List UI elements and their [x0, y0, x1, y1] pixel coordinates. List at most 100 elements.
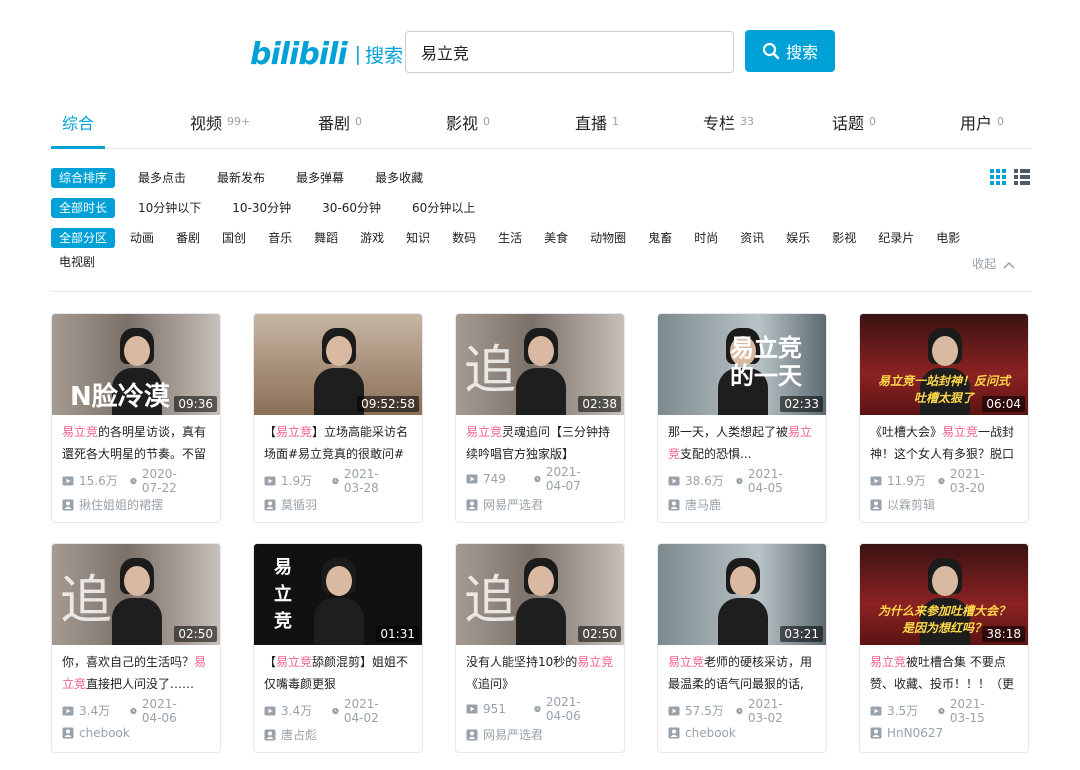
video-duration: 01:31	[376, 626, 419, 642]
video-title[interactable]: 那一天，人类想起了被易立竞支配的恐惧...	[668, 421, 818, 465]
clock-icon	[534, 475, 541, 483]
tab-all[interactable]: 综合	[62, 110, 94, 148]
video-card[interactable]: 追 问02:38 易立竞灵魂追问【三分钟持 续吟唱官方独家版】 749 2021-04…	[455, 313, 625, 523]
upload-date: 2021-03-20	[938, 467, 990, 495]
tab-topic[interactable]: 话题 0	[832, 110, 876, 148]
video-thumbnail[interactable]: 追 问02:38	[456, 314, 624, 415]
video-duration: 09:52:58	[357, 396, 419, 412]
list-view-icon[interactable]	[1013, 168, 1031, 186]
filter-zone-item[interactable]: 电视剧	[51, 252, 103, 272]
filter-sort-favorites[interactable]: 最多收藏	[367, 168, 431, 188]
video-author[interactable]: 网易严选君	[466, 496, 543, 513]
upload-date: 2021-03-02	[736, 697, 788, 725]
video-thumbnail[interactable]: 追 问02:50	[52, 544, 220, 645]
filter-zone-item[interactable]: 数码	[444, 228, 484, 248]
filter-zone-item[interactable]: 舞蹈	[306, 228, 346, 248]
video-author[interactable]: chebook	[62, 726, 130, 740]
filter-zone-item[interactable]: 生活	[490, 228, 530, 248]
video-card[interactable]: 易立竞 的一天 02:33 那一天，人类想起了被易立竞支配的恐惧... 38.6万 20…	[657, 313, 827, 523]
video-thumbnail[interactable]: 易立竞一站封神！反问式 吐槽太狠了 06:04	[860, 314, 1028, 415]
tab-article[interactable]: 专栏 33	[703, 110, 754, 148]
video-title[interactable]: 【易立竞舔颜混剪】姐姐不 仅嘴毒颜更狠	[264, 651, 414, 695]
video-thumbnail[interactable]: 易立竞 的一天 02:33	[658, 314, 826, 415]
video-thumbnail[interactable]: 追 问02:50	[456, 544, 624, 645]
tab-film[interactable]: 影视 0	[446, 110, 490, 148]
author-name: HnN0627	[887, 726, 944, 740]
video-title[interactable]: 【易立竞】立场高能采访名 场面#易立竞真的很敢问#立	[264, 421, 414, 465]
video-title[interactable]: 没有人能坚持10秒的易立竞《追问》	[466, 651, 616, 695]
filter-sort-danmaku[interactable]: 最多弹幕	[288, 168, 352, 188]
video-author[interactable]: 唐马鹿	[668, 496, 721, 513]
video-card[interactable]: 09:52:58 【易立竞】立场高能采访名 场面#易立竞真的很敢问#立 1.9万 20…	[253, 313, 423, 523]
grid-view-icon[interactable]	[989, 168, 1007, 186]
filter-zone-all[interactable]: 全部分区	[51, 228, 116, 248]
filter-duration-under10[interactable]: 10分钟以下	[130, 198, 209, 218]
filter-zone-item[interactable]: 知识	[398, 228, 438, 248]
video-card[interactable]: 为什么来参加吐槽大会？ 是因为想红吗？ 38:18 易立竞被吐槽合集 不要点 赞、收…	[859, 543, 1029, 753]
filter-zone-item[interactable]: 时尚	[686, 228, 726, 248]
title-text: 那一天，人类想起了被	[668, 425, 789, 439]
video-title[interactable]: 你，喜欢自己的生活吗？易立竞直接把人问没了……	[62, 651, 212, 695]
filter-zone-item[interactable]: 游戏	[352, 228, 392, 248]
video-card[interactable]: 易 立 竞 01:31 【易立竞舔颜混剪】姐姐不 仅嘴毒颜更狠 3.4万 2021-04…	[253, 543, 423, 753]
video-title[interactable]: 《吐槽大会》易立竞一战封 神！这个女人有多狠？脱口	[870, 421, 1020, 465]
bilibili-logo[interactable]: bilibili | 搜索	[250, 36, 403, 72]
title-text: 你，喜欢自己的生活吗？	[62, 655, 195, 669]
filter-zone-item[interactable]: 鬼畜	[640, 228, 680, 248]
tab-video[interactable]: 视频 99+	[190, 110, 250, 148]
filter-zone-item[interactable]: 番剧	[168, 228, 208, 248]
video-card[interactable]: 追 问02:50 你，喜欢自己的生活吗？易立竞直接把人问没了…… 3.4万 2021-…	[51, 543, 221, 753]
filter-zone-item[interactable]: 音乐	[260, 228, 300, 248]
video-card[interactable]: 追 问02:50 没有人能坚持10秒的易立竞《追问》 951 2021-04-06网易…	[455, 543, 625, 753]
video-thumbnail[interactable]: 易 立 竞 01:31	[254, 544, 422, 645]
filter-zone-item[interactable]: 纪录片	[870, 228, 922, 248]
video-author[interactable]: 揪住姐姐的裙摆	[62, 496, 163, 513]
video-card[interactable]: 易立竞一站封神！反问式 吐槽太狠了 06:04 《吐槽大会》易立竞一战封 神！这个女…	[859, 313, 1029, 523]
search-input[interactable]	[405, 31, 734, 73]
play-count: 749	[466, 472, 506, 486]
video-author[interactable]: 以霖剪辑	[870, 496, 935, 513]
author-name: 以霖剪辑	[887, 498, 936, 512]
date-text: 2021-04-05	[747, 466, 783, 495]
video-title[interactable]: 易立竞老师的硬核采访，用 最温柔的语气问最狠的话,	[668, 651, 818, 695]
tab-live[interactable]: 直播 1	[575, 110, 619, 148]
title-keyword-highlight: 易立竞	[577, 655, 614, 669]
filter-duration-over60[interactable]: 60分钟以上	[404, 198, 483, 218]
video-author[interactable]: HnN0627	[870, 726, 943, 740]
video-thumbnail[interactable]: N脸冷漠 09:36	[52, 314, 220, 415]
filter-duration-10-30[interactable]: 10-30分钟	[224, 198, 299, 218]
filter-zone-item[interactable]: 影视	[824, 228, 864, 248]
video-title[interactable]: 易立竞被吐槽合集 不要点 赞、收藏、投币！！！（更	[870, 651, 1020, 695]
filter-sort-default[interactable]: 综合排序	[51, 168, 116, 188]
video-thumbnail[interactable]: 为什么来参加吐槽大会？ 是因为想红吗？ 38:18	[860, 544, 1028, 645]
filter-duration-all[interactable]: 全部时长	[51, 198, 116, 218]
filter-duration-30-60[interactable]: 30-60分钟	[314, 198, 389, 218]
thumbnail-person	[314, 544, 364, 645]
filter-sort-clicks[interactable]: 最多点击	[130, 168, 194, 188]
video-title[interactable]: 易立竞的各明星访谈，真有 還死各大明星的节奏。不留	[62, 421, 212, 465]
filter-zone-item[interactable]: 娱乐	[778, 228, 818, 248]
video-thumbnail[interactable]: 03:21	[658, 544, 826, 645]
tab-count: 0	[869, 115, 877, 128]
search-button[interactable]: 搜索	[745, 30, 835, 72]
tab-bangumi[interactable]: 番剧 0	[318, 110, 362, 148]
video-author[interactable]: chebook	[668, 726, 736, 740]
video-title[interactable]: 易立竞灵魂追问【三分钟持 续吟唱官方独家版】	[466, 421, 616, 465]
collapse-button[interactable]: 收起	[972, 255, 1015, 272]
video-card[interactable]: 03:21 易立竞老师的硬核采访，用 最温柔的语气问最狠的话, 57.5万 2021-…	[657, 543, 827, 753]
filter-sort-newest[interactable]: 最新发布	[209, 168, 273, 188]
video-author[interactable]: 莫循羽	[264, 496, 317, 513]
title-keyword-highlight: 易立竞	[870, 655, 907, 669]
uploader-icon	[62, 727, 74, 739]
filter-zone-item[interactable]: 电影	[928, 228, 968, 248]
video-card[interactable]: N脸冷漠 09:36 易立竞的各明星访谈，真有 還死各大明星的节奏。不留 15.6万 2…	[51, 313, 221, 523]
tab-user[interactable]: 用户 0	[960, 110, 1004, 148]
filter-zone-item[interactable]: 资讯	[732, 228, 772, 248]
video-thumbnail[interactable]: 09:52:58	[254, 314, 422, 415]
video-author[interactable]: 唐占彪	[264, 726, 317, 743]
filter-zone-item[interactable]: 动物圈	[582, 228, 634, 248]
filter-zone-item[interactable]: 动画	[122, 228, 162, 248]
filter-zone-item[interactable]: 美食	[536, 228, 576, 248]
filter-zone-item[interactable]: 国创	[214, 228, 254, 248]
video-author[interactable]: 网易严选君	[466, 726, 543, 743]
